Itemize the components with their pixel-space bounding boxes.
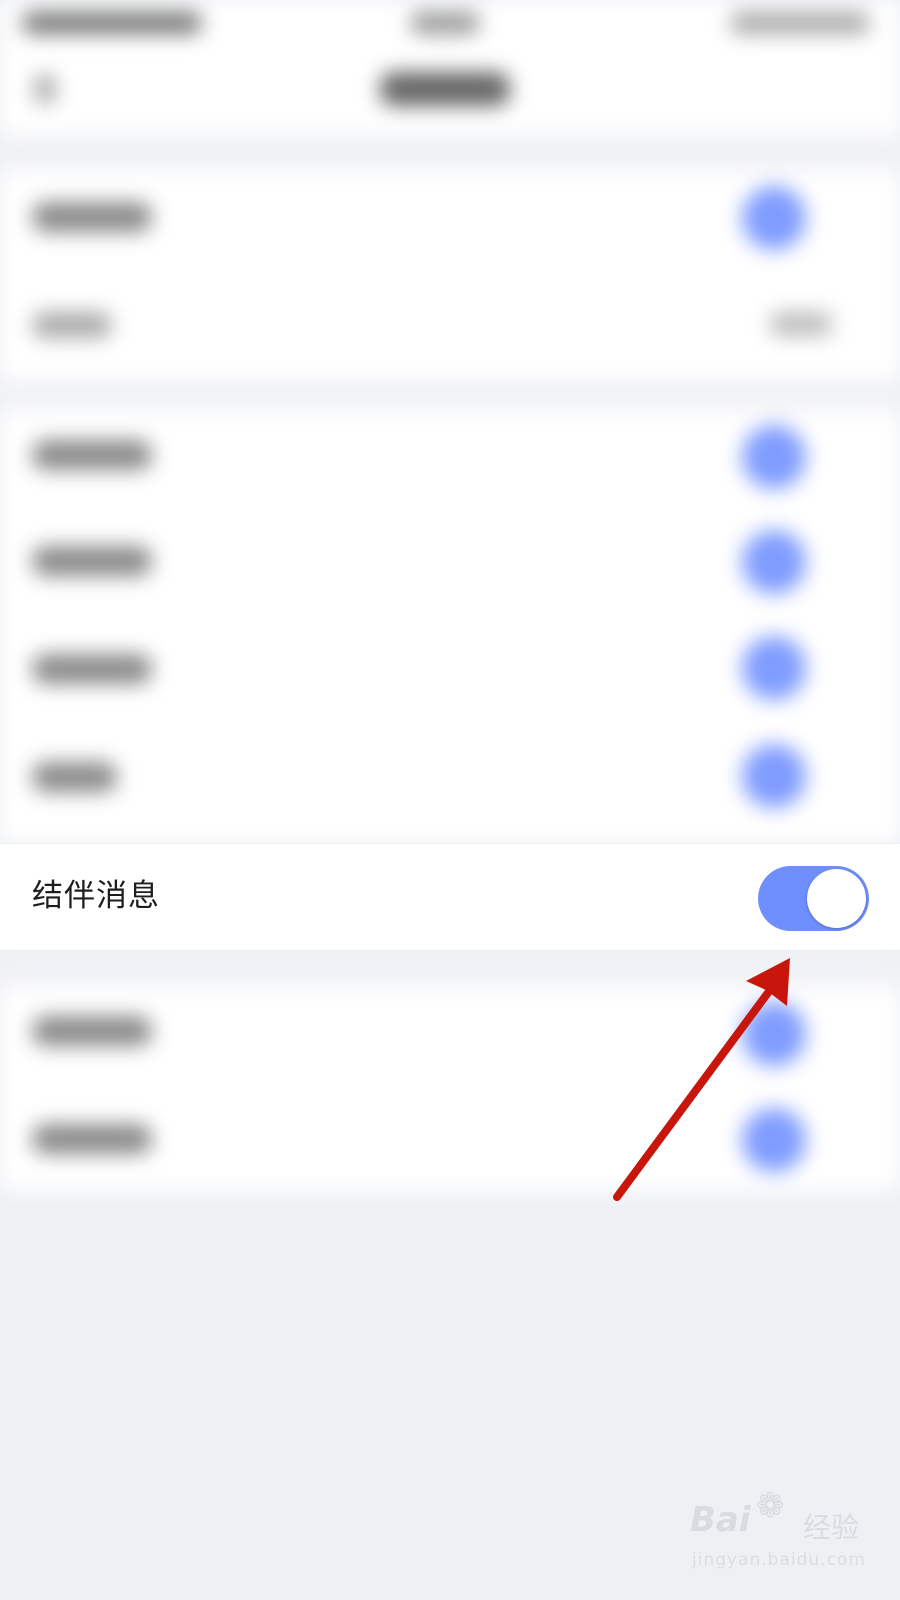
watermark-logo-suffix: 经验	[803, 1511, 860, 1544]
paw-icon: ❁	[756, 1486, 785, 1526]
blurred-toggle	[742, 425, 806, 489]
watermark-logo-text: Bai	[690, 1500, 751, 1540]
blurred-toggle	[742, 186, 806, 250]
blurred-label	[32, 440, 152, 470]
blurred-label	[32, 1124, 152, 1154]
watermark-url: jingyan.baidu.com	[692, 1550, 866, 1570]
blurred-label	[32, 546, 152, 576]
blurred-background	[0, 0, 900, 1600]
setting-label: 结伴消息	[32, 878, 160, 914]
page-title	[380, 72, 510, 106]
blurred-label	[32, 312, 112, 338]
blurred-label	[32, 654, 152, 684]
companion-messages-toggle[interactable]	[758, 866, 869, 931]
blurred-label	[32, 762, 117, 792]
blurred-label	[32, 202, 152, 232]
status-bar-right	[730, 12, 870, 34]
toggle-knob	[807, 869, 866, 928]
blurred-label	[32, 1016, 152, 1046]
blurred-value	[770, 312, 832, 336]
blurred-toggle	[742, 530, 806, 594]
blurred-toggle	[742, 1108, 806, 1172]
status-bar-left	[22, 12, 202, 34]
setting-row-companion-messages[interactable]: 结伴消息	[0, 843, 900, 951]
blurred-toggle	[742, 636, 806, 700]
blurred-toggle	[742, 1002, 806, 1066]
back-icon	[34, 74, 56, 104]
blurred-toggle	[742, 744, 806, 808]
baidu-jingyan-watermark: Bai ❁ 经验 jingyan.baidu.com	[690, 1486, 870, 1590]
status-bar-time	[410, 12, 480, 34]
